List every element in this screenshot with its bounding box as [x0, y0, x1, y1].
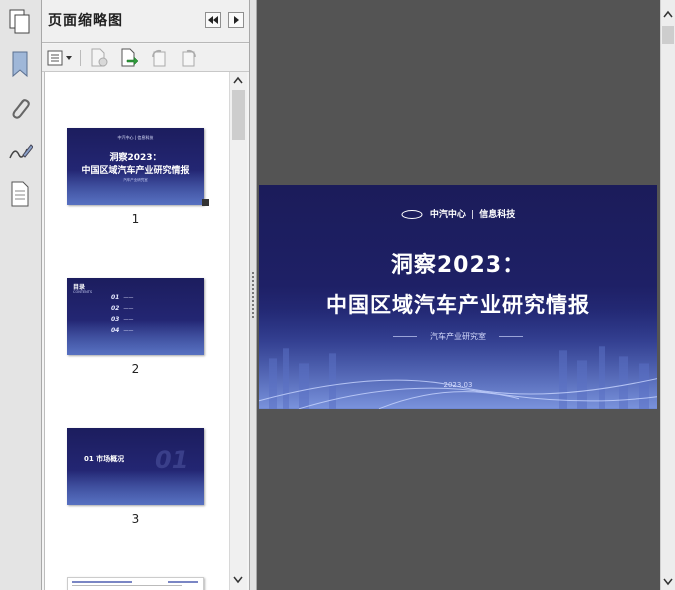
thumb-text-line [72, 585, 182, 586]
scroll-down-arrow-icon[interactable] [663, 578, 673, 586]
rotate-right-icon [182, 49, 196, 67]
thumb-title-line1: 洞察2023： [109, 153, 162, 163]
panel-options-button[interactable] [228, 12, 244, 28]
page-title-line2: 中国区域汽车产业研究情报 [326, 293, 590, 317]
panel-header: 页面缩略图 [42, 0, 249, 43]
thumbnails-panel: 页面缩略图 中汽中心 | 信息科技 洞察2023： 中国区域汽车产业研究情报 汽… [42, 0, 249, 590]
selection-handle[interactable] [202, 199, 209, 206]
right-arrow-icon [234, 16, 239, 24]
splitter-grip [252, 316, 254, 318]
insert-page-button[interactable] [118, 48, 140, 68]
scrollbar-thumb[interactable] [662, 26, 674, 44]
thumb-text-line [168, 581, 198, 583]
splitter-grip [252, 296, 254, 298]
splitter-grip [252, 308, 254, 310]
page-thumbnail-2[interactable]: 目录 CONTENTS 01 —— 02 —— 03 —— 04 —— [67, 278, 204, 355]
splitter-grip [252, 276, 254, 278]
signature-pen-icon[interactable] [5, 136, 35, 168]
page-thumbnail-4[interactable] [67, 577, 204, 590]
city-lights-graphic [67, 470, 204, 505]
subtitle-decor-line [499, 336, 523, 337]
rotate-left-icon [152, 49, 166, 67]
splitter-grip [252, 292, 254, 294]
bookmark-icon[interactable] [5, 48, 35, 80]
splitter-grip [252, 272, 254, 274]
panel-title: 页面缩略图 [48, 13, 123, 29]
splitter-grip [252, 304, 254, 306]
thumbnail-number-3: 3 [131, 512, 140, 526]
logo-divider: | [471, 210, 475, 220]
page-title-line1: 洞察2023： [390, 253, 526, 278]
thumbnails-list: 中汽中心 | 信息科技 洞察2023： 中国区域汽车产业研究情报 汽车产业研究室… [44, 72, 229, 590]
thumb-toc-item: 01 —— [111, 294, 134, 301]
scrollbar-thumb[interactable] [232, 90, 245, 140]
page-thumbnail-1[interactable]: 中汽中心 | 信息科技 洞察2023： 中国区域汽车产业研究情报 汽车产业研究室 [67, 128, 204, 205]
splitter-grip [252, 284, 254, 286]
scroll-down-arrow-icon[interactable] [233, 576, 243, 584]
options-menu-button[interactable] [46, 48, 74, 68]
thumbnail-number-1: 1 [131, 212, 140, 226]
thumb-logo: 中汽中心 | 信息科技 [117, 135, 154, 140]
city-lights-graphic [67, 320, 204, 355]
caac-logo-icon [401, 210, 423, 219]
thumb-toc-header-en: CONTENTS [73, 290, 93, 294]
thumb-text-line [72, 581, 132, 583]
thumbnails-toolbar [42, 44, 249, 72]
splitter-grip [252, 300, 254, 302]
page-logo-text: 中汽中心 [429, 210, 466, 220]
thumb-subtitle: 汽车产业研究室 [123, 178, 148, 182]
delete-page-button[interactable] [88, 48, 110, 68]
document-page: 中汽中心 | 信息科技 洞察2023： 中国区域汽车产业研究情报 汽车产业研究室… [259, 185, 657, 409]
delete-page-icon [91, 48, 108, 67]
page-date: 2023.03 [443, 381, 473, 389]
document-scrollbar[interactable] [660, 0, 675, 590]
list-options-icon [47, 50, 72, 66]
rotate-right-button[interactable] [178, 48, 200, 68]
thumb-toc-item: 04 —— [111, 327, 134, 334]
scroll-up-arrow-icon[interactable] [663, 10, 673, 18]
splitter-grip [252, 312, 254, 314]
double-left-arrow-icon [208, 16, 218, 24]
document-icon[interactable] [5, 178, 35, 210]
toolbar-divider [80, 50, 81, 66]
thumbnail-number-2: 2 [131, 362, 140, 376]
thumb-title-line2: 中国区域汽车产业研究情报 [81, 166, 190, 176]
page-logo: 中汽中心 | 信息科技 [259, 207, 657, 220]
scroll-up-arrow-icon[interactable] [233, 76, 243, 84]
thumbnails-scrollbar[interactable] [229, 72, 247, 590]
thumb-section-number: 01 [155, 446, 189, 474]
thumb-section-title: 01 市场概况 [84, 455, 125, 463]
splitter-grip [252, 280, 254, 282]
page-logo-sub: 信息科技 [479, 210, 516, 220]
city-lights-graphic [259, 308, 657, 409]
page-thumbnails-icon[interactable] [5, 6, 35, 38]
panel-splitter[interactable] [249, 0, 257, 590]
rotate-left-button[interactable] [148, 48, 170, 68]
page-subtitle: 汽车产业研究室 [430, 332, 486, 341]
insert-page-icon [121, 48, 139, 67]
collapse-panel-button[interactable] [205, 12, 221, 28]
page-thumbnail-3[interactable]: 01 市场概况 01 [67, 428, 204, 505]
thumb-toc-item: 03 —— [111, 316, 134, 323]
navigation-tool-strip [0, 0, 42, 590]
splitter-grip [252, 288, 254, 290]
attachment-paperclip-icon[interactable] [5, 92, 35, 124]
thumb-toc-item: 02 —— [111, 305, 134, 312]
